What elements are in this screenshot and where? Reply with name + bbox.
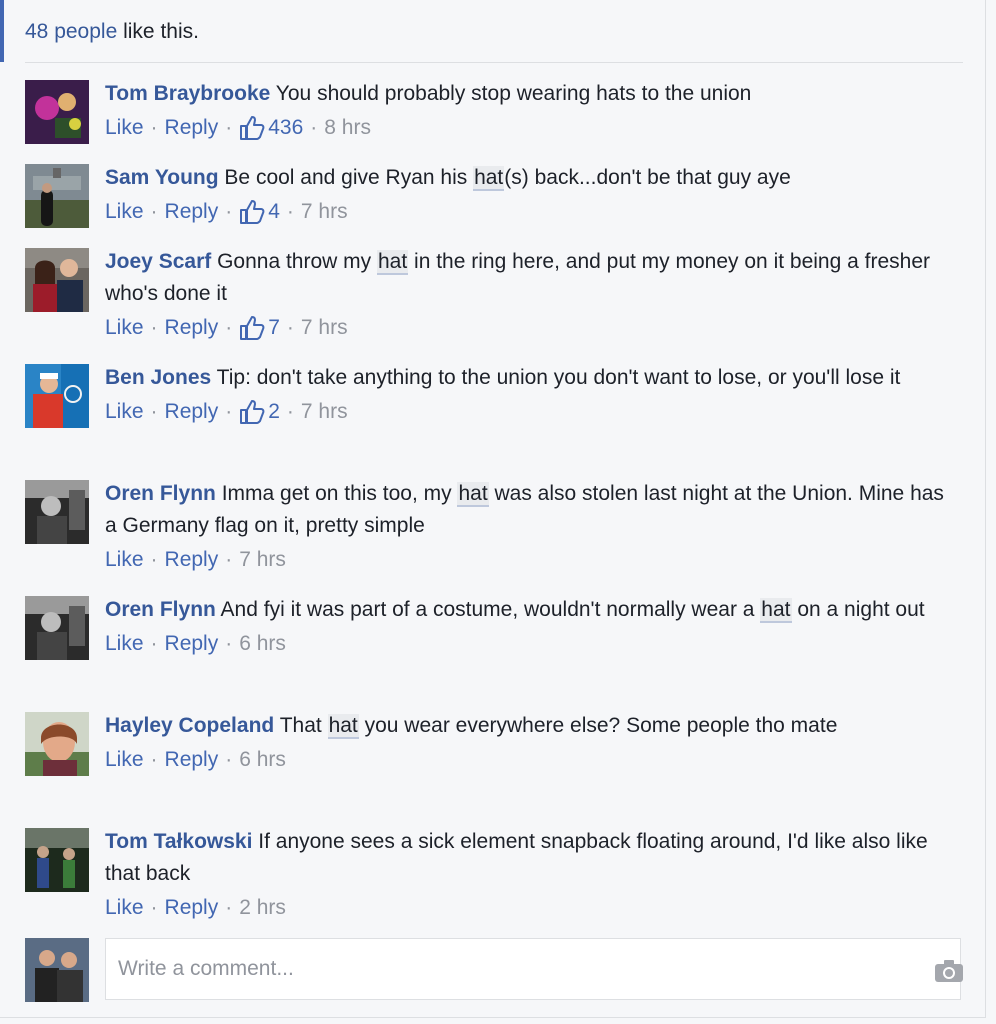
comment-segment: You should probably stop wearing hats to… (275, 82, 752, 105)
comment-segment: Tip: don't take anything to the union yo… (216, 366, 901, 389)
likes-suffix: like this. (117, 20, 199, 43)
like-link[interactable]: Like (105, 112, 144, 144)
comment-text: Ben Jones Tip: don't take anything to th… (105, 362, 945, 394)
comment-actions: Like · Reply · 4 · 7 hrs (105, 196, 945, 228)
reaction-count-value: 7 (268, 316, 280, 339)
comment-text: Tom Braybrooke You should probably stop … (105, 78, 945, 110)
divider (25, 62, 963, 63)
current-user-avatar[interactable] (25, 938, 89, 1002)
comment-composer: Write a comment... (25, 938, 965, 1004)
comment-segment: on a night out (791, 598, 925, 621)
comment-author[interactable]: Tom Tałkowski (105, 830, 252, 853)
comment-time[interactable]: 6 hrs (239, 628, 286, 660)
comment-time[interactable]: 7 hrs (301, 312, 348, 344)
comment-author[interactable]: Oren Flynn (105, 482, 216, 505)
accent-bar (0, 0, 4, 62)
avatar[interactable] (25, 596, 89, 660)
comment-actions: Like · Reply · 2 hrs (105, 892, 945, 924)
like-link[interactable]: Like (105, 744, 144, 776)
comment-segment: That (279, 714, 328, 737)
comment-segment: Imma get on this too, my (221, 482, 458, 505)
comment-author[interactable]: Joey Scarf (105, 250, 211, 273)
comment-text: Oren Flynn Imma get on this too, my hat … (105, 478, 945, 542)
reply-link[interactable]: Reply (165, 744, 219, 776)
avatar[interactable] (25, 248, 89, 312)
thumbs-up-icon (240, 316, 265, 340)
reply-link[interactable]: Reply (165, 628, 219, 660)
comment-text: Sam Young Be cool and give Ryan his hat(… (105, 162, 945, 194)
reply-link[interactable]: Reply (165, 112, 219, 144)
reaction-count[interactable]: 4 (239, 196, 280, 228)
like-link[interactable]: Like (105, 312, 144, 344)
reaction-count[interactable]: 436 (239, 112, 303, 144)
comment-actions: Like · Reply · 7 · 7 hrs (105, 312, 945, 344)
avatar[interactable] (25, 712, 89, 776)
like-link[interactable]: Like (105, 628, 144, 660)
comment-segment: Be cool and give Ryan his (224, 166, 474, 189)
comment-input-placeholder: Write a comment... (118, 957, 294, 980)
avatar[interactable] (25, 364, 89, 428)
comment-text: Joey Scarf Gonna throw my hat in the rin… (105, 246, 945, 310)
comment-text: Tom Tałkowski If anyone sees a sick elem… (105, 826, 945, 890)
thumbs-up-icon (240, 116, 265, 140)
comment-actions: Like · Reply · 7 hrs (105, 544, 945, 576)
avatar[interactable] (25, 480, 89, 544)
comment-time[interactable]: 6 hrs (239, 744, 286, 776)
likes-count-link[interactable]: 48 people (25, 20, 117, 43)
comment-text: Hayley Copeland That hat you wear everyw… (105, 710, 945, 742)
comments-panel: 48 people like this. Tom Braybrooke You … (0, 0, 986, 1018)
avatar[interactable] (25, 164, 89, 228)
like-link[interactable]: Like (105, 396, 144, 428)
highlighted-word: hat (327, 714, 359, 739)
comment-input[interactable]: Write a comment... (105, 938, 964, 1000)
reaction-count-value: 4 (268, 200, 280, 223)
reaction-count[interactable]: 7 (239, 312, 280, 344)
reply-link[interactable]: Reply (165, 544, 219, 576)
comment-author[interactable]: Oren Flynn (105, 598, 216, 621)
avatar[interactable] (25, 80, 89, 144)
comment-author[interactable]: Sam Young (105, 166, 219, 189)
comment-segment: Gonna throw my (217, 250, 377, 273)
like-link[interactable]: Like (105, 196, 144, 228)
reaction-count-value: 2 (268, 400, 280, 423)
comment-time[interactable]: 7 hrs (301, 196, 348, 228)
comment-time[interactable]: 7 hrs (301, 396, 348, 428)
highlighted-word: hat (473, 166, 505, 191)
comment-segment: (s) back...don't be that guy aye (504, 166, 791, 189)
comment-author[interactable]: Tom Braybrooke (105, 82, 270, 105)
reply-link[interactable]: Reply (165, 312, 219, 344)
reply-link[interactable]: Reply (165, 196, 219, 228)
comment-actions: Like · Reply · 6 hrs (105, 744, 945, 776)
comment-time[interactable]: 8 hrs (324, 112, 371, 144)
thumbs-up-icon (240, 200, 265, 224)
comment-author[interactable]: Ben Jones (105, 366, 211, 389)
comment-actions: Like · Reply · 6 hrs (105, 628, 945, 660)
reaction-count[interactable]: 2 (239, 396, 280, 428)
comment-actions: Like · Reply · 2 · 7 hrs (105, 396, 945, 428)
comment-text: Oren Flynn And fyi it was part of a cost… (105, 594, 945, 626)
comment-time[interactable]: 7 hrs (239, 544, 286, 576)
highlighted-word: hat (376, 250, 409, 275)
comment-segment: And fyi it was part of a costume, wouldn… (220, 598, 761, 621)
like-link[interactable]: Like (105, 892, 144, 924)
camera-icon[interactable] (934, 959, 964, 983)
highlighted-word: hat (457, 482, 489, 507)
reaction-count-value: 436 (268, 116, 304, 139)
highlighted-word: hat (760, 598, 792, 623)
comment-time[interactable]: 2 hrs (239, 892, 286, 924)
comment-author[interactable]: Hayley Copeland (105, 714, 274, 737)
likes-summary: 48 people like this. (25, 18, 199, 46)
avatar[interactable] (25, 828, 89, 892)
like-link[interactable]: Like (105, 544, 144, 576)
reply-link[interactable]: Reply (165, 892, 219, 924)
comment-segment: you wear everywhere else? Some people th… (358, 714, 838, 737)
comment-actions: Like · Reply · 436 · 8 hrs (105, 112, 945, 144)
thumbs-up-icon (240, 400, 265, 424)
reply-link[interactable]: Reply (165, 396, 219, 428)
